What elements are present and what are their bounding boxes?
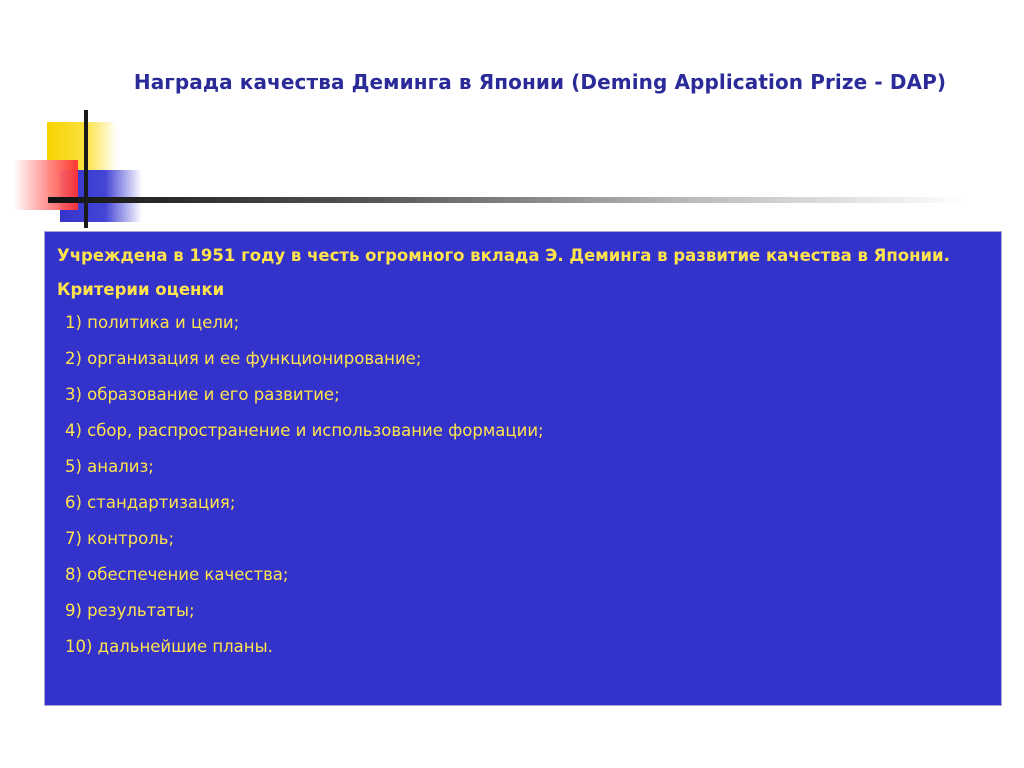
list-item: 4) сбор, распространение и использование…: [65, 421, 544, 440]
list-item: 1) политика и цели;: [65, 313, 240, 332]
slide-title: Награда качества Деминга в Японии (Demin…: [133, 70, 947, 94]
list-item: 7) контроль;: [65, 529, 175, 548]
vertical-rule: [84, 110, 88, 228]
list-item: 9) результаты;: [65, 601, 195, 620]
content-panel: Учреждена в 1951 году в честь огромного …: [44, 231, 1002, 706]
list-item: 6) стандартизация;: [65, 493, 236, 512]
list-item: 10) дальнейшие планы.: [65, 637, 273, 656]
list-item: 2) организация и ее функционирование;: [65, 349, 422, 368]
list-item: 3) образование и его развитие;: [65, 385, 340, 404]
intro-text: Учреждена в 1951 году в честь огромного …: [57, 246, 950, 265]
list-item: 5) анализ;: [65, 457, 154, 476]
criteria-list: 1) политика и цели; 2) организация и ее …: [57, 305, 989, 665]
horizontal-rule: [48, 197, 968, 203]
criteria-heading: Критерии оценки: [57, 280, 225, 299]
list-item: 8) обеспечение качества;: [65, 565, 289, 584]
